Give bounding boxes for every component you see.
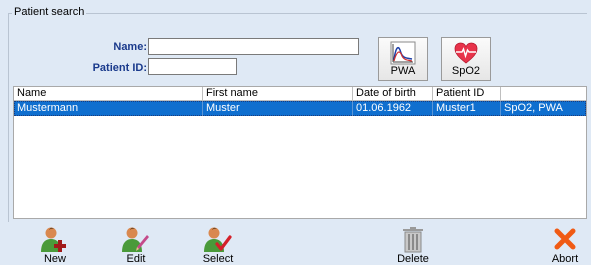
spo2-label: SpO2 bbox=[442, 65, 490, 77]
add-patient-icon bbox=[40, 225, 70, 256]
table-header: Name First name Date of birth Patient ID bbox=[14, 87, 586, 101]
column-header-first-name[interactable]: First name bbox=[203, 87, 353, 100]
name-label: Name: bbox=[90, 41, 147, 53]
table-row[interactable]: Mustermann Muster 01.06.1962 Muster1 SpO… bbox=[14, 101, 586, 116]
edit-label: Edit bbox=[106, 253, 166, 265]
cell-date-of-birth: 01.06.1962 bbox=[353, 101, 433, 116]
cell-patient-id: Muster1 bbox=[433, 101, 501, 116]
select-patient-icon bbox=[203, 225, 233, 256]
edit-patient-icon bbox=[121, 225, 151, 256]
new-label: New bbox=[25, 253, 85, 265]
spo2-button[interactable]: SpO2 bbox=[441, 37, 491, 81]
abort-label: Abort bbox=[540, 253, 590, 265]
heart-icon bbox=[453, 41, 479, 68]
patient-id-label: Patient ID: bbox=[60, 62, 147, 74]
abort-button[interactable]: Abort bbox=[540, 224, 590, 264]
pulse-wave-icon bbox=[390, 41, 416, 68]
pwa-button[interactable]: PWA bbox=[378, 37, 428, 81]
patient-search-title: Patient search bbox=[12, 6, 86, 18]
column-header-name[interactable]: Name bbox=[14, 87, 203, 100]
pwa-label: PWA bbox=[379, 65, 427, 77]
column-header-measurements[interactable] bbox=[501, 87, 586, 100]
cell-first-name: Muster bbox=[203, 101, 353, 116]
column-header-patient-id[interactable]: Patient ID bbox=[433, 87, 501, 100]
patient-table: Name First name Date of birth Patient ID… bbox=[13, 86, 587, 219]
select-label: Select bbox=[188, 253, 248, 265]
cell-name: Mustermann bbox=[14, 101, 203, 116]
cell-measurements: SpO2, PWA bbox=[501, 101, 586, 116]
name-input[interactable] bbox=[148, 38, 359, 55]
trash-icon bbox=[400, 225, 426, 256]
select-button[interactable]: Select bbox=[188, 224, 248, 264]
abort-x-icon bbox=[553, 225, 577, 256]
edit-button[interactable]: Edit bbox=[106, 224, 166, 264]
column-header-date-of-birth[interactable]: Date of birth bbox=[353, 87, 433, 100]
new-button[interactable]: New bbox=[25, 224, 85, 264]
patient-id-input[interactable] bbox=[148, 58, 237, 75]
delete-label: Delete bbox=[383, 253, 443, 265]
delete-button[interactable]: Delete bbox=[383, 224, 443, 264]
